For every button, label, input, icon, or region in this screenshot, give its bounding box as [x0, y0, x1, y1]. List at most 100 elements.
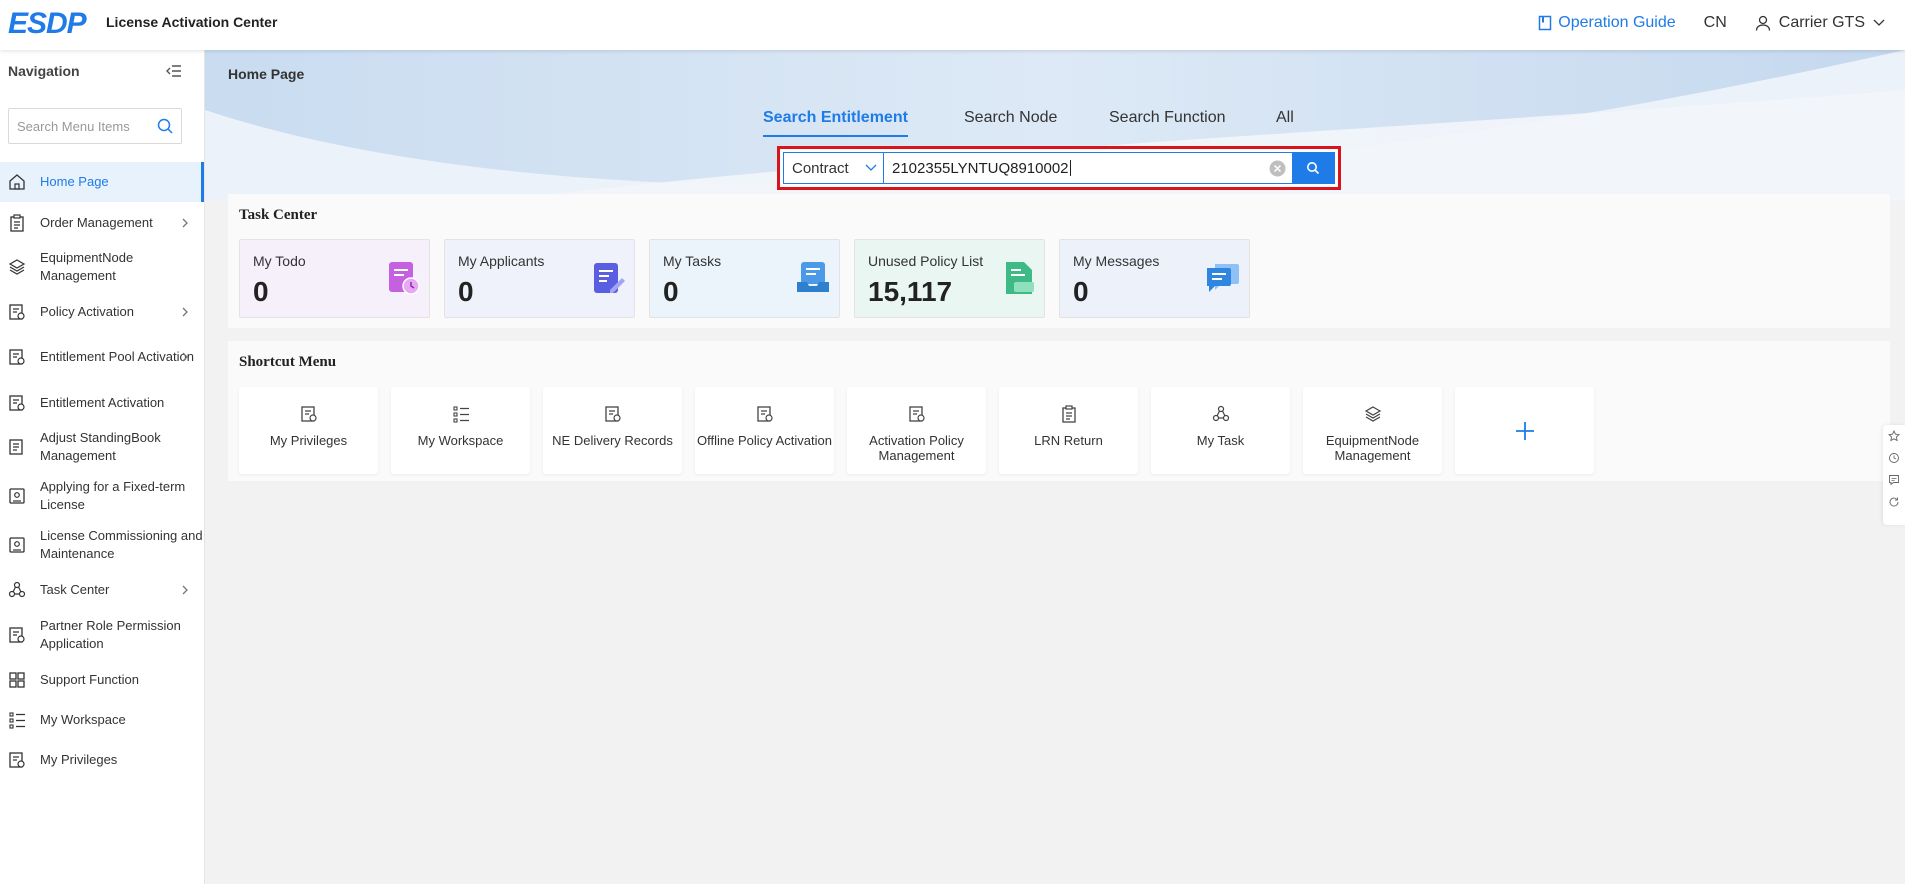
top-header: ESDP License Activation Center Operation…	[0, 0, 1905, 50]
refresh-icon[interactable]	[1883, 491, 1905, 513]
shortcut-ne-delivery-records[interactable]: NE Delivery Records	[543, 387, 682, 474]
sidebar-item-fixed-term-license[interactable]: Applying for a Fixed-term License	[0, 471, 204, 520]
plus-icon	[1516, 422, 1534, 440]
language-switch[interactable]: CN	[1704, 14, 1727, 32]
entitlement-search-bar: Contract 2102355LYNTUQ8910002	[783, 152, 1335, 184]
card-value: 0	[253, 276, 269, 307]
chevron-right-icon	[182, 585, 188, 594]
sidebar-item-license-commissioning[interactable]: License Commissioning and Maintenance	[0, 520, 204, 569]
clear-icon[interactable]	[1269, 160, 1286, 177]
license-icon	[9, 536, 25, 553]
operation-guide-label: Operation Guide	[1558, 14, 1676, 31]
nav-list: Home Page Order Management EquipmentNode…	[0, 162, 204, 780]
sidebar-title: Navigation	[8, 63, 80, 79]
chevron-right-icon	[182, 307, 188, 316]
shortcut-my-task[interactable]: My Task	[1151, 387, 1290, 474]
chevron-down-icon	[865, 164, 877, 171]
shortcut-label: LRN Return	[1034, 433, 1103, 448]
search-input-value: 2102355LYNTUQ8910002	[892, 159, 1069, 177]
sidebar-item-my-privileges[interactable]: My Privileges	[0, 740, 204, 780]
collapse-menu-icon[interactable]	[166, 64, 182, 78]
user-name: Carrier GTS	[1778, 14, 1865, 31]
task-center-panel: Task Center My Todo 0 My Applicants 0 My…	[228, 194, 1890, 328]
shortcut-label: Activation Policy Management	[869, 433, 964, 463]
favorite-star-icon[interactable]	[1883, 425, 1905, 447]
sidebar-item-task-center[interactable]: Task Center	[0, 569, 204, 610]
search-button[interactable]	[1292, 153, 1334, 183]
sidebar-item-entitlement-pool-activation[interactable]: Entitlement Pool Activation	[0, 332, 204, 382]
sidebar-item-label: Support Function	[40, 671, 140, 687]
sidebar: Navigation Home Page Order Management Eq…	[0, 50, 205, 884]
license-icon	[9, 487, 25, 504]
app-title: License Activation Center	[106, 14, 278, 30]
tab-search-node[interactable]: Search Node	[964, 109, 1057, 135]
sidebar-item-policy-activation[interactable]: Policy Activation	[0, 291, 204, 332]
tab-search-function[interactable]: Search Function	[1109, 109, 1226, 135]
sidebar-item-equipmentnode-management[interactable]: EquipmentNode Management	[0, 243, 204, 291]
sidebar-item-label: Applying for a Fixed-term License	[40, 478, 186, 512]
sidebar-item-label: Entitlement Pool Activation	[40, 349, 194, 364]
card-unused-policy-list[interactable]: Unused Policy List 15,117	[854, 239, 1045, 318]
chevron-right-icon	[182, 352, 188, 362]
search-icon	[1307, 162, 1320, 175]
text-cursor	[1069, 160, 1071, 176]
shortcut-activation-policy-management[interactable]: Activation Policy Management	[847, 387, 986, 474]
policy-doc-icon	[909, 406, 925, 422]
shortcut-menu-panel: Shortcut Menu My Privileges My Workspace…	[228, 341, 1890, 481]
menu-search-input[interactable]	[17, 118, 147, 134]
shortcut-equipmentnode-management[interactable]: EquipmentNode Management	[1303, 387, 1442, 474]
sidebar-item-label: Entitlement Activation	[40, 394, 165, 410]
card-label: My Tasks	[663, 253, 722, 269]
card-label: Unused Policy List	[868, 253, 984, 269]
card-my-todo[interactable]: My Todo 0	[239, 239, 430, 318]
entitlement-pool-icon	[9, 349, 25, 365]
history-icon[interactable]	[1883, 447, 1905, 469]
layers-icon	[8, 259, 26, 275]
search-input[interactable]: 2102355LYNTUQ8910002	[884, 153, 1292, 183]
shortcut-my-privileges[interactable]: My Privileges	[239, 387, 378, 474]
card-my-tasks[interactable]: My Tasks 0	[649, 239, 840, 318]
operation-guide-link[interactable]: Operation Guide	[1538, 14, 1676, 32]
card-label: My Applicants	[458, 253, 545, 269]
records-icon	[605, 406, 621, 422]
clipboard-icon	[10, 213, 24, 232]
shortcut-label: My Privileges	[269, 433, 348, 448]
menu-search-box[interactable]	[8, 108, 182, 144]
sidebar-item-partner-role-permission[interactable]: Partner Role Permission Application	[0, 610, 204, 659]
chat-bubble-icon	[1207, 264, 1239, 292]
card-my-applicants[interactable]: My Applicants 0	[444, 239, 635, 318]
sidebar-item-label: License Commissioning and Maintenance	[40, 527, 203, 561]
sidebar-item-my-workspace[interactable]: My Workspace	[0, 700, 204, 740]
shortcut-lrn-return[interactable]: LRN Return	[999, 387, 1138, 474]
card-value: 0	[663, 276, 679, 307]
feedback-icon[interactable]	[1883, 469, 1905, 491]
privileges-icon	[301, 406, 317, 422]
sidebar-item-label: Task Center	[40, 581, 110, 597]
task-center-icon	[1212, 405, 1230, 422]
task-center-title: Task Center	[239, 207, 318, 223]
sidebar-item-label: EquipmentNode Management	[40, 250, 134, 283]
sidebar-item-entitlement-activation[interactable]: Entitlement Activation	[0, 382, 204, 423]
search-type-select[interactable]: Contract	[784, 153, 884, 183]
shortcut-label: NE Delivery Records	[552, 433, 673, 448]
search-icon[interactable]	[157, 118, 173, 134]
shortcut-menu-title: Shortcut Menu	[239, 354, 337, 370]
esdp-logo[interactable]: ESDP	[8, 7, 87, 41]
sidebar-item-order-management[interactable]: Order Management	[0, 202, 204, 243]
src-file-icon	[1006, 262, 1034, 294]
todo-clock-icon	[389, 262, 420, 295]
shortcut-label: EquipmentNode Management	[1325, 433, 1420, 463]
ledger-icon	[9, 439, 23, 455]
sidebar-item-support-function[interactable]: Support Function	[0, 659, 204, 700]
sidebar-item-adjust-standingbook[interactable]: Adjust StandingBook Management	[0, 423, 204, 471]
add-shortcut-button[interactable]	[1455, 387, 1594, 474]
sidebar-item-home-page[interactable]: Home Page	[0, 162, 204, 202]
tab-all[interactable]: All	[1276, 109, 1294, 135]
user-menu[interactable]: Carrier GTS	[1755, 14, 1885, 32]
shortcut-offline-policy-activation[interactable]: Offline Policy Activation	[695, 387, 834, 474]
tab-search-entitlement[interactable]: Search Entitlement	[763, 109, 908, 137]
task-center-icon	[8, 581, 26, 597]
shortcut-my-workspace[interactable]: My Workspace	[391, 387, 530, 474]
card-my-messages[interactable]: My Messages 0	[1059, 239, 1250, 318]
policy-doc-icon	[757, 406, 773, 422]
